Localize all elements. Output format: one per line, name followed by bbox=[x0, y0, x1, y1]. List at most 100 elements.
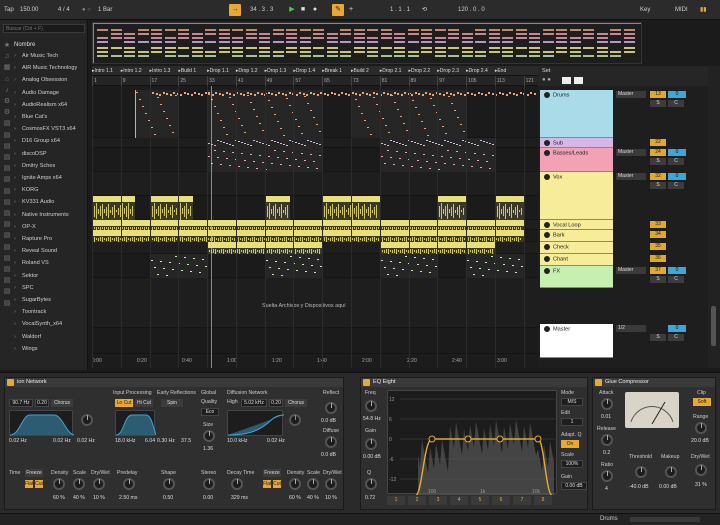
track-volume[interactable]: 0 bbox=[668, 149, 686, 156]
browser-category-icon[interactable]: ▤ bbox=[3, 188, 11, 196]
freq-field[interactable]: 90.7 Hz bbox=[9, 399, 33, 407]
locator-marker[interactable]: ▸Drop 1.3 bbox=[265, 67, 287, 75]
fold-toggle-icon[interactable] bbox=[544, 222, 550, 228]
browser-category-icon[interactable]: ▤ bbox=[3, 132, 11, 140]
scale-knob[interactable] bbox=[73, 478, 85, 490]
locator-marker[interactable]: ▸Build 2 bbox=[351, 67, 369, 75]
eq-band-toggle[interactable]: 3 bbox=[429, 496, 447, 505]
comp-title[interactable]: Glue Compressor bbox=[593, 378, 715, 387]
device-power-icon[interactable] bbox=[595, 379, 602, 386]
track-lane[interactable] bbox=[92, 172, 538, 196]
browser-item[interactable]: › CosmosFX VST3 x64 bbox=[14, 124, 86, 135]
browser-item[interactable]: › Roland VS bbox=[14, 258, 86, 269]
locator-marker[interactable]: ▸Drop 2.4 bbox=[466, 67, 488, 75]
browser-item[interactable]: › Wings bbox=[14, 344, 86, 355]
browser-item[interactable]: › Dmitry Sches bbox=[14, 161, 86, 172]
audio-clip[interactable]: Cymatics P bbox=[264, 196, 290, 220]
browser-category-icon[interactable]: ▤ bbox=[3, 266, 11, 274]
fold-toggle-icon[interactable] bbox=[544, 150, 550, 156]
track-header[interactable]: Basses/Leads bbox=[540, 148, 613, 172]
track-solo-button[interactable]: S bbox=[650, 182, 666, 189]
track-activator[interactable]: 24 bbox=[650, 149, 666, 156]
drywet-knob[interactable] bbox=[93, 478, 105, 490]
browser-category-icon[interactable]: ⚙ bbox=[3, 98, 11, 106]
audio-clip[interactable]: Cymatics POPS - 150 BPM bbox=[92, 196, 136, 220]
eq-adapt-button[interactable]: On bbox=[561, 440, 579, 448]
browser-category-icon[interactable]: ▤ bbox=[3, 277, 11, 285]
browser-category-icon[interactable]: ▤ bbox=[3, 143, 11, 151]
position-field[interactable]: 34 . 3 . 3 bbox=[250, 4, 273, 16]
track-activator[interactable]: 35 bbox=[650, 243, 666, 250]
track-solo-button[interactable]: S bbox=[650, 334, 666, 341]
browser-search-input[interactable]: Buscar (Ctrl + F) bbox=[3, 24, 85, 33]
browser-category-icon[interactable]: ▤ bbox=[3, 199, 11, 207]
fold-toggle-icon[interactable] bbox=[544, 326, 550, 332]
shape-knob[interactable] bbox=[163, 478, 175, 490]
track-header[interactable]: Master bbox=[540, 324, 613, 358]
input-filter-display[interactable] bbox=[115, 410, 157, 436]
decay-knob[interactable] bbox=[231, 478, 243, 490]
browser-item[interactable]: › AIR Music Technology bbox=[14, 63, 86, 74]
predelay-knob[interactable] bbox=[123, 478, 135, 490]
audio-clip[interactable]: Cymatics P bbox=[437, 196, 467, 220]
track-header[interactable]: Vocal Loop bbox=[540, 220, 613, 230]
loop-length-field[interactable]: 120 . 0 . 0 bbox=[458, 4, 485, 16]
spin-button[interactable]: Spin bbox=[161, 399, 183, 407]
browser-category-icon[interactable]: ▤ bbox=[3, 210, 11, 218]
eq-band-toggle[interactable]: 6 bbox=[492, 496, 510, 505]
eq-mode-select[interactable]: M/S bbox=[561, 398, 583, 406]
eq-band-toggle[interactable]: 2 bbox=[408, 496, 426, 505]
browser-item[interactable]: › Rapture Pro bbox=[14, 234, 86, 245]
fold-toggle-icon[interactable] bbox=[544, 232, 550, 238]
browser-category-icon[interactable]: ▤ bbox=[3, 221, 11, 229]
track-header[interactable]: Check bbox=[540, 242, 613, 254]
eq-display[interactable]: 12 6 0 -6 -12 100 1k 10k bbox=[387, 390, 558, 496]
reverb-title[interactable]: ion Network bbox=[5, 378, 343, 387]
chorus-button[interactable]: Chorus bbox=[51, 399, 73, 407]
track-activator[interactable]: 13 bbox=[650, 91, 666, 98]
eq-edit-select[interactable]: 1 bbox=[561, 418, 583, 426]
track-crossfade-button[interactable]: C bbox=[668, 100, 684, 107]
browser-category-icon[interactable]: ▤ bbox=[3, 154, 11, 162]
eq-freq-knob[interactable] bbox=[365, 400, 377, 412]
draw-mode-icon[interactable] bbox=[562, 77, 571, 84]
browser-category-icon[interactable]: ♫ bbox=[3, 53, 11, 61]
track-lane[interactable] bbox=[92, 328, 538, 354]
track-lane[interactable] bbox=[92, 242, 538, 254]
eq-title[interactable]: EQ Eight bbox=[361, 378, 587, 387]
arrangement-overview[interactable] bbox=[92, 22, 642, 64]
drums-automation[interactable] bbox=[92, 90, 538, 100]
freeze-button-2[interactable]: Freeze bbox=[263, 469, 281, 477]
device-power-icon[interactable] bbox=[7, 379, 14, 386]
browser-category-icon[interactable]: ▤ bbox=[3, 176, 11, 184]
eq-band-toggle[interactable]: 1 bbox=[387, 496, 405, 505]
loop-toggle-icon[interactable]: ⟲ bbox=[422, 4, 427, 16]
track-header[interactable]: FX bbox=[540, 266, 613, 288]
browser-item[interactable]: › Toontrack bbox=[14, 307, 86, 318]
locator-marker[interactable]: ▸Intro 1.1 bbox=[92, 67, 113, 75]
track-lane[interactable]: Cymatics POPS - 150 BPM Cymatics POPS - 1… bbox=[92, 196, 538, 220]
browser-item[interactable]: › Waldorf bbox=[14, 332, 86, 343]
locator-marker[interactable]: ▸Drop 2.1 bbox=[380, 67, 402, 75]
reflect-knob[interactable] bbox=[325, 402, 337, 414]
browser-item[interactable]: › Sektor bbox=[14, 271, 86, 282]
audio-clip[interactable] bbox=[92, 230, 524, 242]
track-volume[interactable]: 0 bbox=[668, 173, 686, 180]
track-lane[interactable] bbox=[92, 254, 538, 278]
range-knob[interactable] bbox=[695, 422, 707, 434]
track-crossfade-button[interactable]: C bbox=[668, 158, 684, 165]
drywet-knob-2[interactable] bbox=[325, 478, 337, 490]
flat-button-2[interactable]: Flat bbox=[263, 480, 271, 488]
browser-item[interactable]: › Ignite Amps x64 bbox=[14, 173, 86, 184]
browser-item[interactable]: › discoDSP bbox=[14, 149, 86, 160]
diffusion-knob[interactable] bbox=[289, 414, 301, 426]
locator-marker[interactable]: ▸Break 1 bbox=[322, 67, 342, 75]
eq-q-knob[interactable] bbox=[365, 478, 377, 490]
browser-category-icon[interactable]: ♪ bbox=[3, 87, 11, 95]
track-output-select[interactable]: Master bbox=[616, 149, 646, 156]
browser-item[interactable]: › KV331 Audio bbox=[14, 197, 86, 208]
overview-viewport[interactable] bbox=[93, 23, 641, 63]
filter-display[interactable] bbox=[9, 410, 75, 436]
track-output-select[interactable]: Master bbox=[616, 173, 646, 180]
metronome-icon[interactable]: ● ○ bbox=[82, 4, 91, 16]
